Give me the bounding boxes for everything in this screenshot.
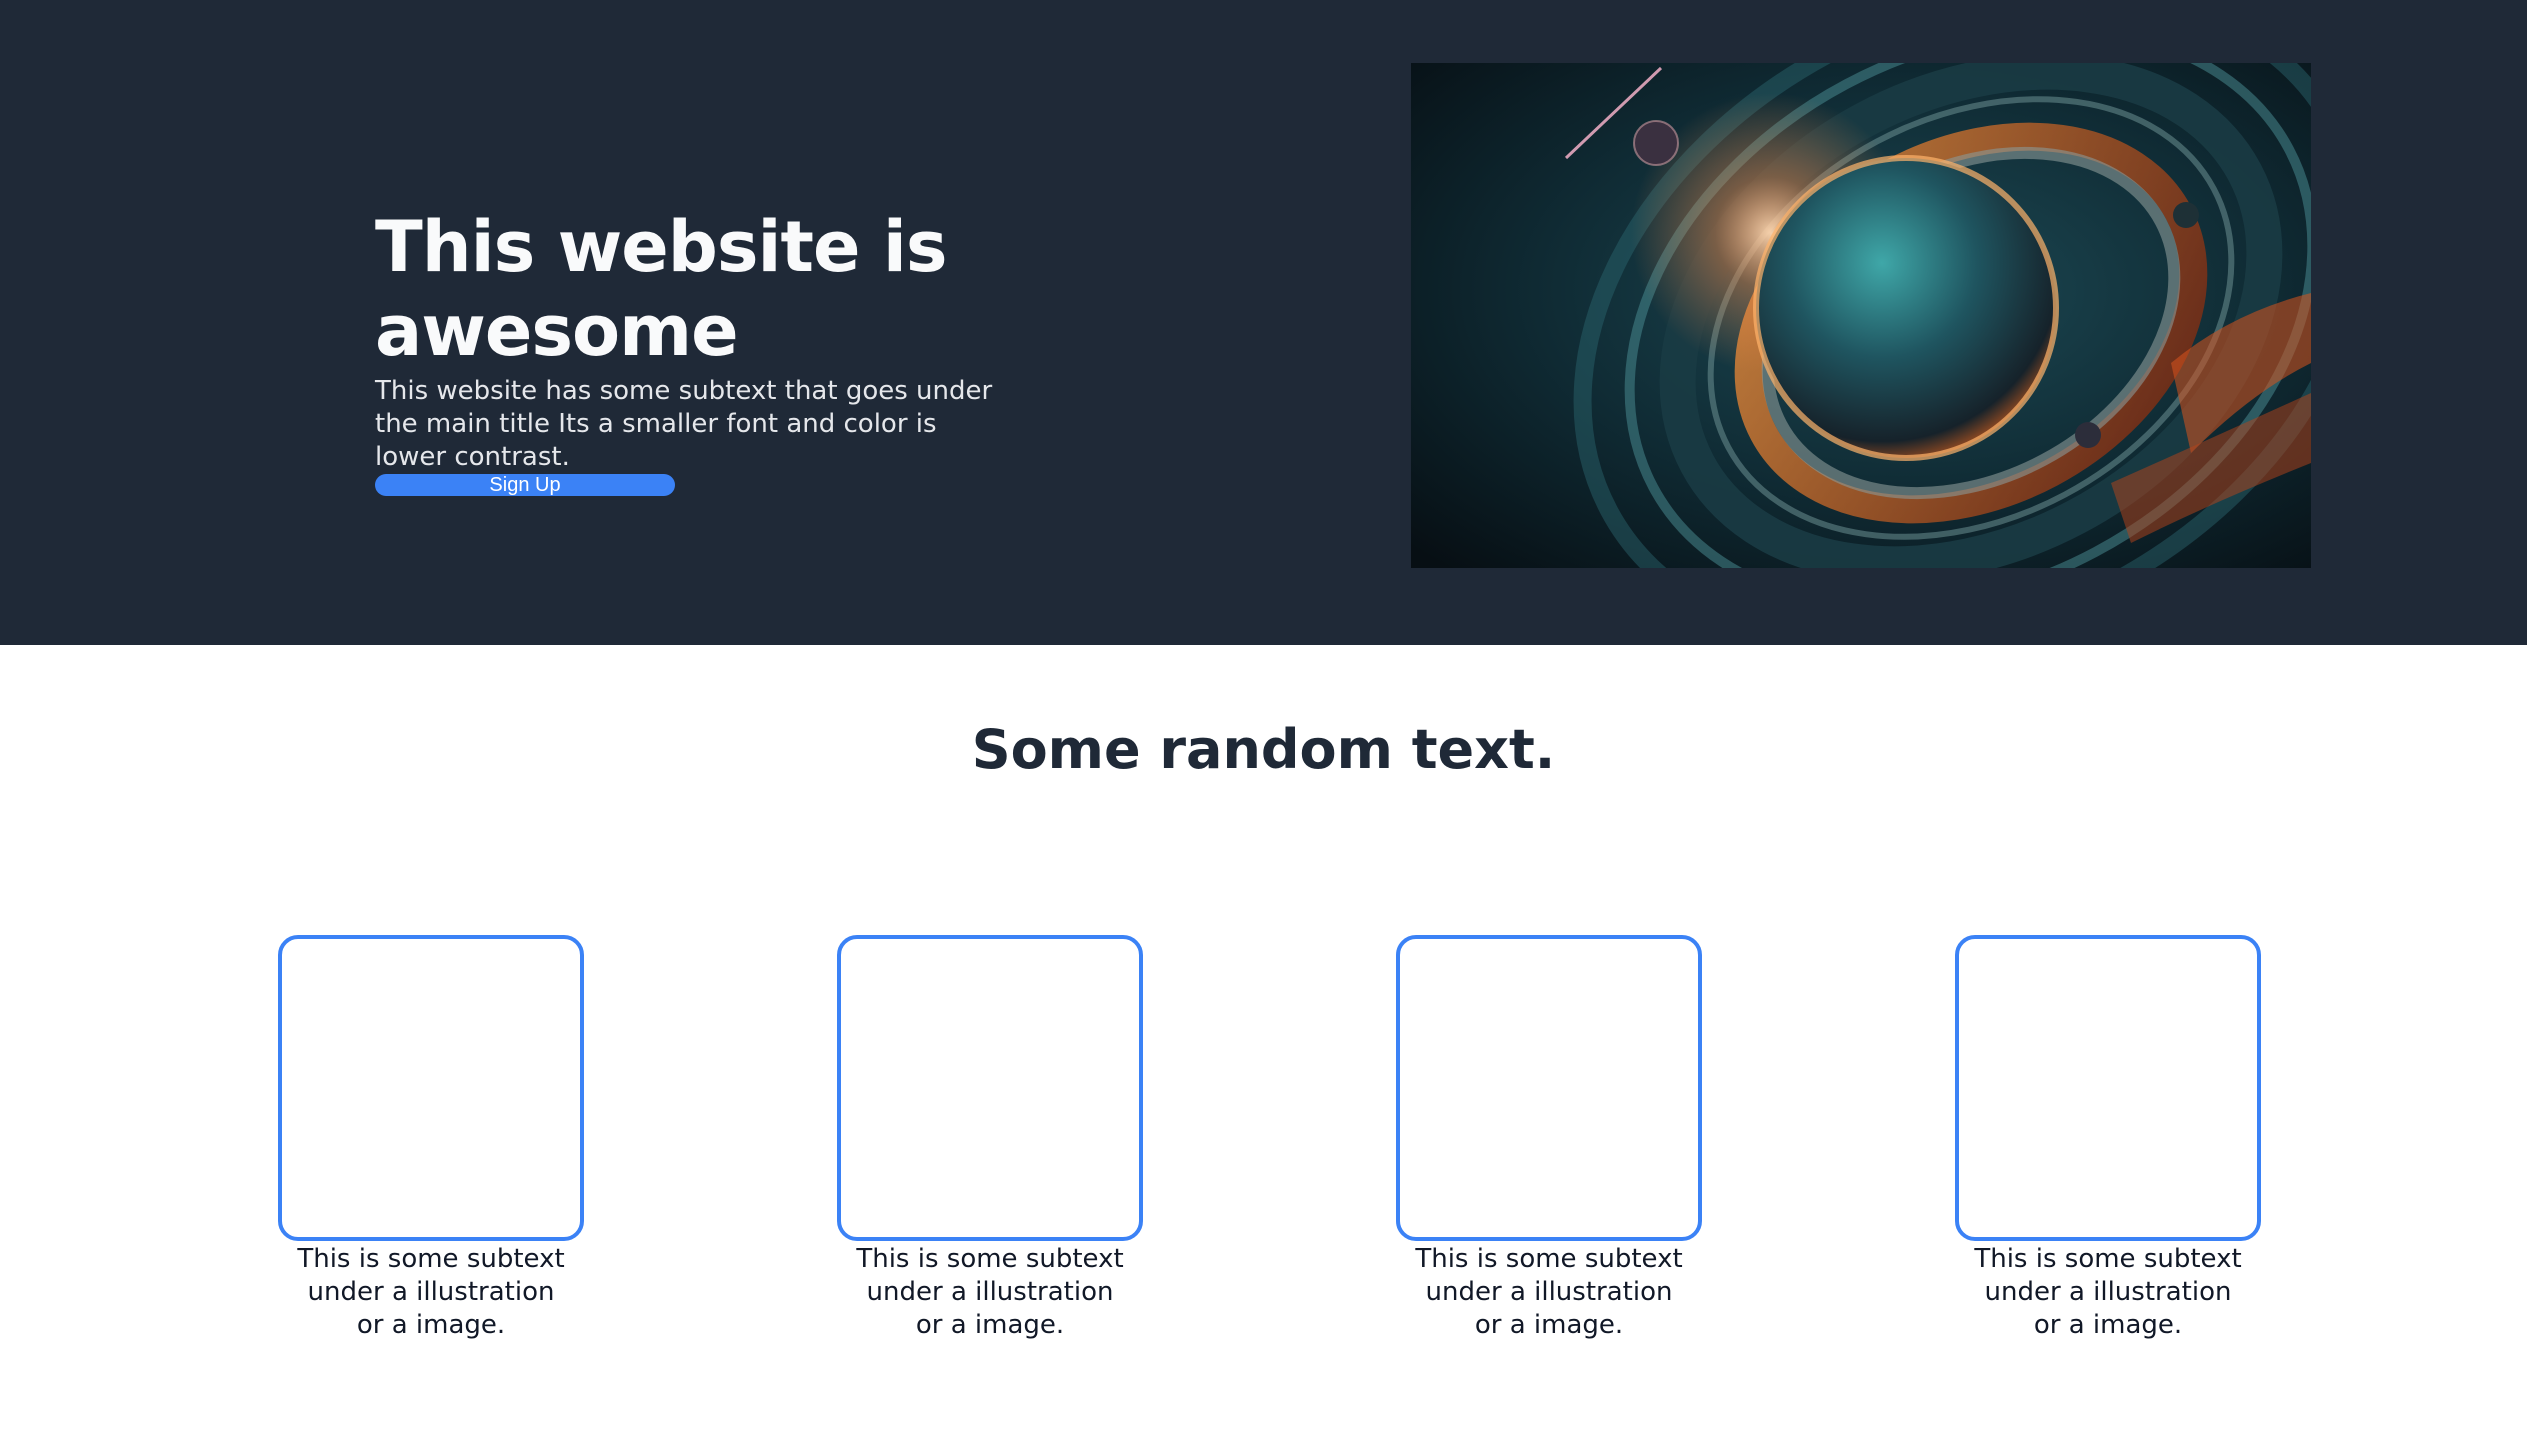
info-card: This is some subtext under a illustratio… — [1953, 935, 2263, 1342]
hero-copy: This website is awesome This website has… — [375, 205, 1005, 496]
info-card: This is some subtext under a illustratio… — [276, 935, 586, 1342]
card-caption: This is some subtext under a illustratio… — [856, 1244, 1124, 1340]
section-heading: Some random text. — [971, 718, 1556, 781]
card-caption: This is some subtext under a illustratio… — [297, 1244, 565, 1340]
card-caption: This is some subtext under a illustratio… — [1415, 1244, 1683, 1340]
hero-section: This website is awesome This website has… — [0, 0, 2527, 645]
hero-subtext: This website has some subtext that goes … — [375, 376, 993, 472]
hero-title: This website is awesome — [375, 206, 948, 372]
illustration-placeholder — [837, 935, 1143, 1241]
info-card: This is some subtext under a illustratio… — [1394, 935, 1704, 1342]
hero-image — [1411, 63, 2311, 568]
info-card: This is some subtext under a illustratio… — [835, 935, 1145, 1342]
space-planet-illustration-icon — [1411, 63, 2311, 568]
signup-button[interactable]: Sign Up — [375, 474, 675, 496]
illustration-placeholder — [1396, 935, 1702, 1241]
illustration-placeholder — [1955, 935, 2261, 1241]
illustration-placeholder — [278, 935, 584, 1241]
card-caption: This is some subtext under a illustratio… — [1974, 1244, 2242, 1340]
